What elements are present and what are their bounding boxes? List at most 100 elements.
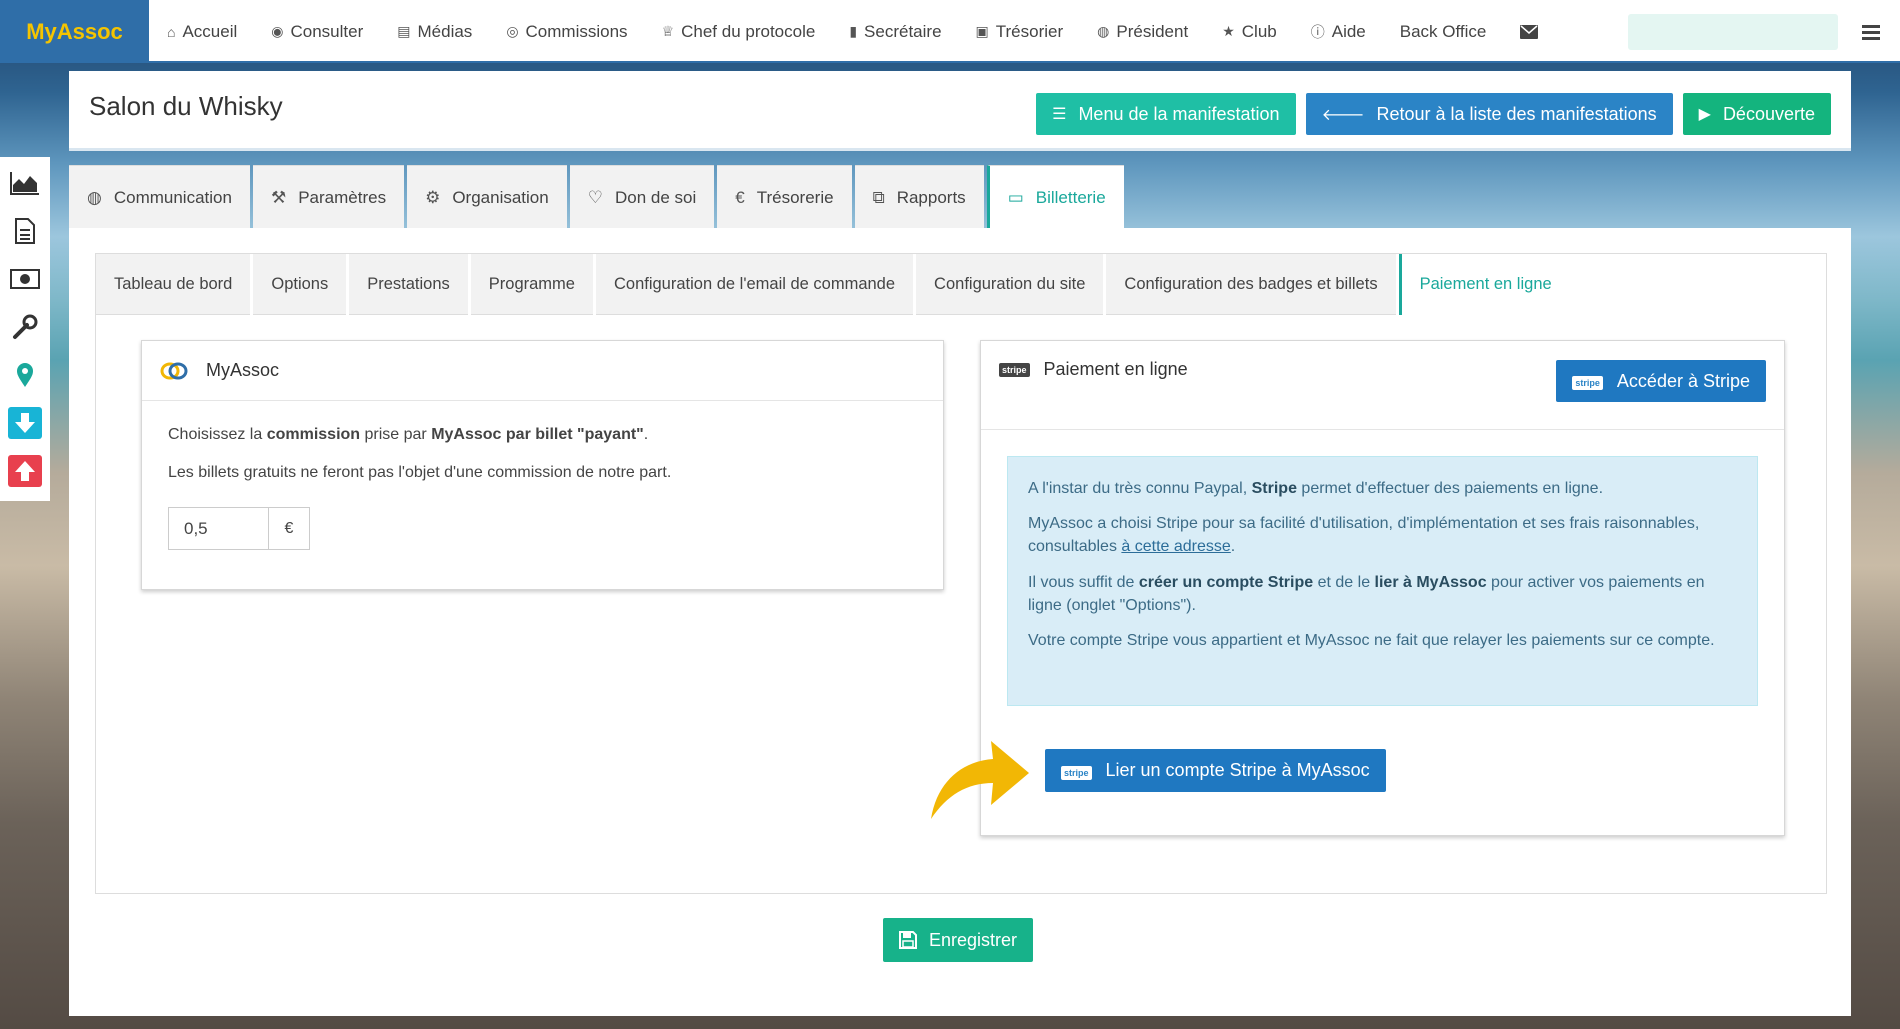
nav-item-chef-protocole[interactable]: ♕ Chef du protocole bbox=[645, 0, 833, 63]
chart-area-icon[interactable] bbox=[8, 167, 42, 199]
nav-label: Chef du protocole bbox=[681, 21, 816, 41]
discover-button[interactable]: ▶ Découverte bbox=[1682, 93, 1831, 135]
tab-parametres[interactable]: ⚒ Paramètres bbox=[252, 165, 405, 229]
event-menu-button[interactable]: ☰ Menu de la manifestation bbox=[1036, 93, 1296, 135]
subtab-paiement-en-ligne[interactable]: Paiement en ligne bbox=[1398, 254, 1570, 315]
tab-label: Rapports bbox=[896, 187, 966, 207]
cogs-icon: ⚙ bbox=[425, 187, 441, 207]
subtab-badges-billets[interactable]: Configuration des badges et billets bbox=[1106, 254, 1396, 315]
back-to-list-button[interactable]: 🡐 Retour à la liste des manifestations bbox=[1305, 93, 1673, 135]
tab-communication[interactable]: ◍ Communication bbox=[69, 165, 250, 229]
trophy-icon: ♕ bbox=[661, 23, 675, 39]
arrow-left-icon: 🡐 bbox=[1321, 106, 1365, 124]
subtab-prestations[interactable]: Prestations bbox=[349, 254, 468, 315]
save-button[interactable]: Enregistrer bbox=[883, 918, 1034, 962]
money-icon[interactable] bbox=[8, 263, 42, 295]
nav-label: Aide bbox=[1331, 21, 1366, 41]
tab-label: Organisation bbox=[452, 187, 549, 207]
access-stripe-button[interactable]: stripe Accéder à Stripe bbox=[1556, 360, 1766, 402]
info-paragraph: MyAssoc a choisi Stripe pour sa facilité… bbox=[1028, 512, 1737, 558]
nav-item-consulter[interactable]: ◉ Consulter bbox=[254, 0, 380, 63]
nav-item-secretaire[interactable]: ▮ Secrétaire bbox=[832, 0, 958, 63]
button-label: Découverte bbox=[1722, 103, 1815, 124]
sub-tabs: Tableau de bord Options Prestations Prog… bbox=[96, 254, 1570, 315]
nav-item-club[interactable]: ★ Club bbox=[1205, 0, 1294, 63]
nav-label: Médias bbox=[417, 21, 473, 41]
info-paragraph: A l'instar du très connu Paypal, Stripe … bbox=[1028, 477, 1737, 500]
button-label: Enregistrer bbox=[929, 929, 1018, 950]
subtab-config-site[interactable]: Configuration du site bbox=[916, 254, 1104, 315]
nav-item-aide[interactable]: ⓘ Aide bbox=[1294, 0, 1383, 63]
text: Il vous suffit de bbox=[1028, 573, 1139, 591]
nav-item-accueil[interactable]: ⌂ Accueil bbox=[150, 0, 254, 63]
left-toolbar bbox=[0, 157, 50, 501]
commission-input-group: € bbox=[168, 507, 917, 550]
nav-item-back-office[interactable]: Back Office bbox=[1383, 0, 1504, 63]
nav-item-commissions[interactable]: ◎ Commissions bbox=[489, 0, 644, 63]
currency-addon: € bbox=[268, 507, 310, 550]
subtab-programme[interactable]: Programme bbox=[470, 254, 593, 315]
button-label: Accéder à Stripe bbox=[1616, 370, 1750, 391]
nav-label: Président bbox=[1116, 21, 1189, 41]
top-navbar: MyAssoc ⌂ Accueil ◉ Consulter ▤ Médias ◎ Com… bbox=[0, 0, 1900, 63]
card-title: Paiement en ligne bbox=[1043, 359, 1188, 379]
user-circle-icon: ◎ bbox=[506, 23, 519, 39]
euro-icon: € bbox=[735, 187, 745, 207]
copy-icon: ⧉ bbox=[872, 187, 885, 207]
brand-logo[interactable]: MyAssoc bbox=[0, 0, 149, 63]
text-bold: MyAssoc par billet "payant" bbox=[431, 426, 644, 443]
tab-billetterie[interactable]: ▭ Billetterie bbox=[986, 165, 1124, 229]
download-arrow-icon[interactable] bbox=[8, 407, 42, 439]
wrench-icon[interactable] bbox=[8, 311, 42, 343]
nav-item-messages[interactable] bbox=[1503, 0, 1555, 63]
text: et de le bbox=[1313, 573, 1375, 591]
stripe-logo-icon: stripe bbox=[1061, 765, 1092, 780]
tab-label: Don de soi bbox=[614, 187, 697, 207]
nav-label: Trésorier bbox=[995, 21, 1064, 41]
sub-tab-panel: Tableau de bord Options Prestations Prog… bbox=[95, 253, 1827, 894]
link-stripe-account-button[interactable]: stripe Lier un compte Stripe à MyAssoc bbox=[1045, 749, 1386, 792]
tab-label: Communication bbox=[113, 187, 232, 207]
info-paragraph: Votre compte Stripe vous appartient et M… bbox=[1028, 631, 1715, 649]
nav-right bbox=[1628, 0, 1880, 63]
main-panel: Salon du Whisky ☰ Menu de la manifestatio… bbox=[69, 71, 1851, 1016]
tab-label: Trésorerie bbox=[756, 187, 834, 207]
nav-item-tresorier[interactable]: ▣ Trésorier bbox=[959, 0, 1081, 63]
text: Choisissez la bbox=[168, 426, 267, 443]
text: . bbox=[643, 426, 649, 443]
hamburger-icon[interactable] bbox=[1862, 24, 1880, 40]
tab-label: Paramètres bbox=[298, 187, 387, 207]
online-payment-card: stripe Paiement en ligne stripe Accéder à… bbox=[931, 340, 1785, 836]
subtab-tableau-de-bord[interactable]: Tableau de bord bbox=[96, 254, 251, 315]
text: A l'instar du très connu Paypal, bbox=[1028, 480, 1252, 497]
myassoc-logo-icon bbox=[160, 362, 188, 379]
fees-link[interactable]: à cette adresse bbox=[1121, 538, 1230, 555]
text-bold: créer un compte Stripe bbox=[1138, 573, 1314, 591]
card-title: MyAssoc bbox=[206, 360, 280, 380]
star-icon: ★ bbox=[1222, 23, 1235, 39]
subtab-options[interactable]: Options bbox=[253, 254, 347, 315]
document-icon[interactable] bbox=[8, 215, 42, 247]
map-marker-icon[interactable] bbox=[8, 359, 42, 391]
tab-organisation[interactable]: ⚙ Organisation bbox=[407, 165, 567, 229]
tab-don-de-soi[interactable]: ♡ Don de soi bbox=[569, 165, 715, 229]
main-tabs: ◍ Communication ⚒ Paramètres ⚙ Organisation… bbox=[69, 165, 1124, 229]
tab-tresorerie[interactable]: € Trésorerie bbox=[717, 165, 852, 229]
stripe-logo-icon: stripe bbox=[999, 363, 1030, 377]
tab-content: Tableau de bord Options Prestations Prog… bbox=[69, 228, 1851, 1016]
floppy-disk-icon bbox=[899, 931, 917, 949]
tab-rapports[interactable]: ⧉ Rapports bbox=[854, 165, 984, 229]
button-label: Retour à la liste des manifestations bbox=[1376, 103, 1657, 124]
upload-arrow-icon[interactable] bbox=[8, 455, 42, 487]
pointer-arrow-icon bbox=[931, 741, 1029, 819]
globe-icon: ◍ bbox=[1097, 23, 1110, 39]
text: . bbox=[1230, 538, 1236, 556]
nav-item-medias[interactable]: ▤ Médias bbox=[380, 0, 489, 63]
card-body: Choisissez la commission prise par MyAss… bbox=[142, 401, 943, 572]
nav-item-president[interactable]: ◍ Président bbox=[1080, 0, 1205, 63]
subtab-email-commande[interactable]: Configuration de l'email de commande bbox=[595, 254, 914, 315]
free-tickets-text: Les billets gratuits ne feront pas l'obj… bbox=[168, 464, 672, 481]
info-paragraph: Il vous suffit de créer un compte Stripe… bbox=[1028, 571, 1737, 617]
stripe-logo-icon: stripe bbox=[1572, 376, 1603, 390]
commission-input[interactable] bbox=[168, 507, 268, 550]
